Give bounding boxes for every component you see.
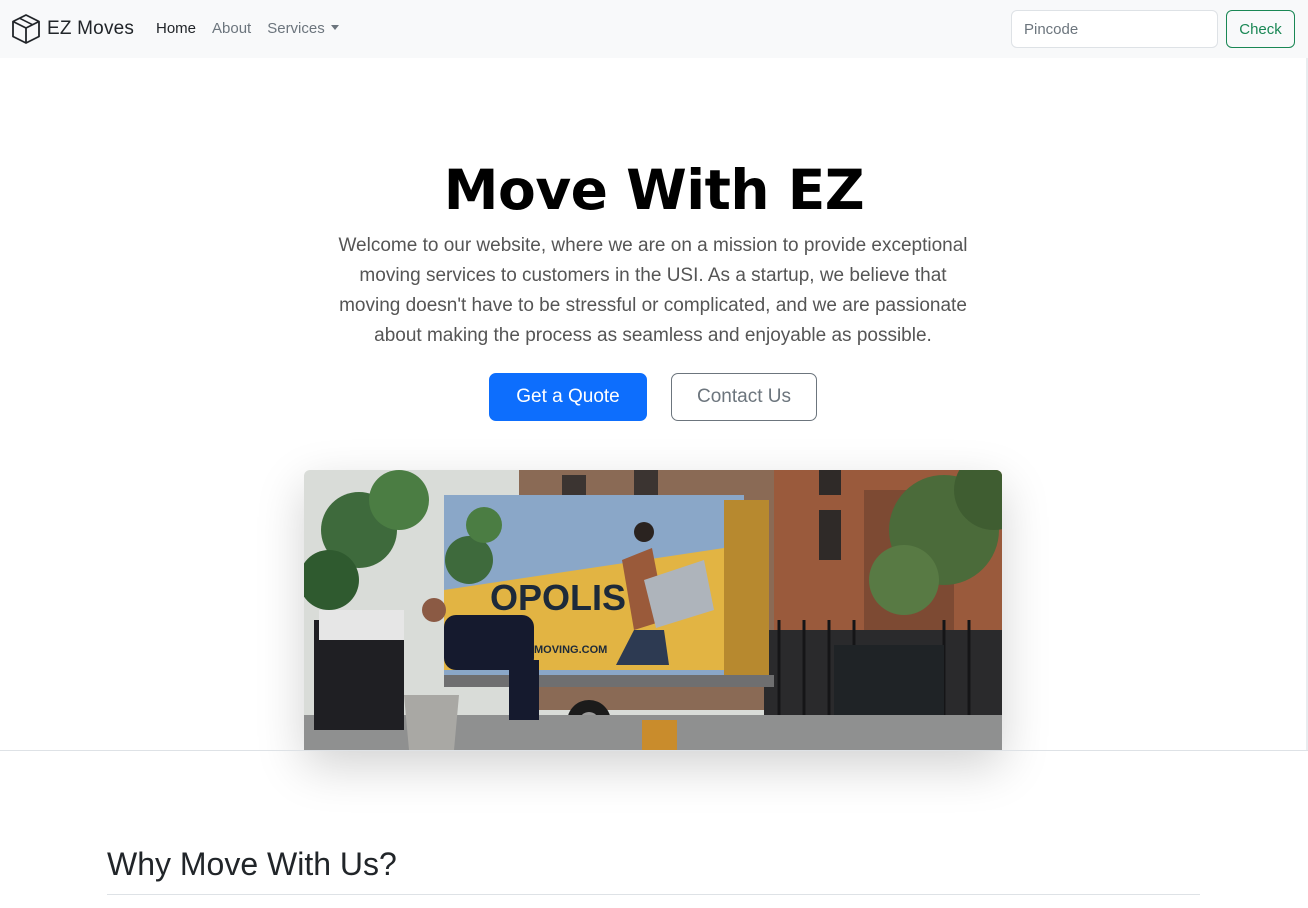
navbar: EZ Moves Home About Services Check (0, 0, 1308, 58)
nav-services-dropdown[interactable]: Services (267, 19, 339, 39)
caret-down-icon (330, 25, 339, 30)
hero-image: OPOLIS MOVING.COM (304, 470, 1002, 750)
hero-title: Move With EZ (443, 158, 865, 222)
get-quote-button[interactable]: Get a Quote (489, 373, 647, 421)
hero-divider (0, 750, 1308, 751)
nav-services-label: Services (267, 20, 325, 37)
hero-lead: Welcome to our website, where we are on … (338, 235, 968, 346)
check-button[interactable]: Check (1226, 10, 1295, 48)
nav-home[interactable]: Home (156, 19, 196, 39)
nav-about[interactable]: About (212, 19, 251, 39)
truck-brand-text: OPOLIS (490, 577, 626, 618)
nav-links: Home About Services (156, 19, 355, 39)
truck-url-text: MOVING.COM (534, 644, 607, 656)
brand-name: EZ Moves (47, 18, 135, 39)
moving-truck-photo: OPOLIS MOVING.COM (304, 470, 1002, 750)
section-divider (107, 894, 1200, 895)
pincode-input[interactable] (1011, 10, 1218, 48)
contact-us-button[interactable]: Contact Us (671, 373, 817, 421)
brand-link[interactable]: EZ Moves (10, 13, 134, 45)
box-icon (12, 14, 40, 44)
section-title: Why Move With Us? (107, 846, 397, 882)
